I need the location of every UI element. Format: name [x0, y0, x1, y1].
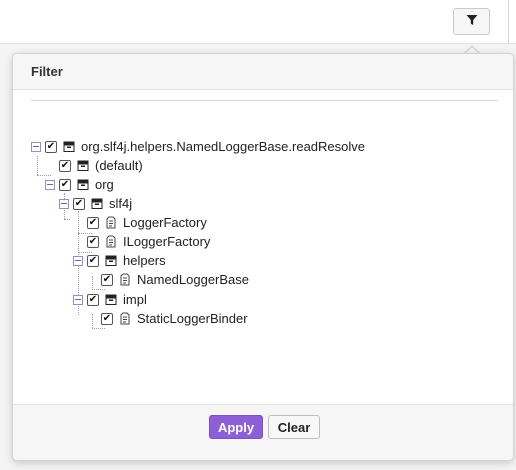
class-icon: [119, 273, 132, 286]
tree-node-loggerfactory[interactable]: ✔ LoggerFactory: [87, 213, 207, 232]
tree-node-label: (default): [95, 158, 143, 173]
node-checkbox[interactable]: ✔: [59, 178, 71, 191]
collapse-toggle-icon[interactable]: [73, 255, 83, 266]
node-checkbox[interactable]: ✔: [87, 235, 99, 248]
node-checkbox[interactable]: ✔: [59, 159, 71, 172]
tree-node-root[interactable]: ✔ org.slf4j.helpers.NamedLoggerBase.read…: [31, 137, 365, 156]
collapse-toggle-icon[interactable]: [31, 141, 41, 152]
class-icon: [105, 235, 118, 248]
class-icon: [119, 312, 132, 325]
apply-button[interactable]: Apply: [209, 415, 263, 439]
filter-popup: Filter ✔ org.slf4j.helpers.NamedLoggerBa…: [12, 53, 514, 461]
tree-node-slf4j[interactable]: ✔ slf4j: [59, 194, 132, 213]
tree-node-impl[interactable]: ✔ impl: [73, 290, 147, 309]
popup-title: Filter: [13, 54, 513, 90]
tree-node-org[interactable]: ✔ org: [45, 175, 114, 194]
package-icon: [91, 197, 104, 210]
tree-node-label: org: [95, 177, 114, 192]
package-icon: [77, 159, 90, 172]
tree-node-namedloggerbase[interactable]: ✔ NamedLoggerBase: [101, 270, 249, 289]
tree-node-label: StaticLoggerBinder: [137, 311, 248, 326]
node-checkbox[interactable]: ✔: [87, 216, 99, 229]
tree-node-staticloggerbinder[interactable]: ✔ StaticLoggerBinder: [101, 309, 248, 328]
tree-node-label: org.slf4j.helpers.NamedLoggerBase.readRe…: [81, 139, 365, 154]
tree-node-label: LoggerFactory: [123, 215, 207, 230]
tree-node-label: slf4j: [109, 196, 133, 211]
tree-node-label: helpers: [123, 253, 166, 268]
node-checkbox[interactable]: ✔: [101, 312, 113, 325]
node-checkbox[interactable]: ✔: [87, 254, 99, 267]
node-checkbox[interactable]: ✔: [45, 140, 57, 153]
collapse-toggle-icon[interactable]: [59, 198, 69, 209]
node-checkbox[interactable]: ✔: [73, 197, 85, 210]
filter-toggle-button[interactable]: [453, 8, 490, 35]
package-icon: [105, 254, 118, 267]
package-icon: [63, 140, 76, 153]
toolbar-edge: [508, 0, 509, 44]
tree-node-default[interactable]: ✔ (default): [59, 156, 143, 175]
tree-node-label: ILoggerFactory: [123, 234, 211, 249]
filter-tree: ✔ org.slf4j.helpers.NamedLoggerBase.read…: [13, 90, 513, 404]
class-icon: [105, 216, 118, 229]
top-toolbar: [0, 0, 516, 44]
clear-button[interactable]: Clear: [268, 415, 320, 439]
package-icon: [105, 293, 118, 306]
popup-footer: Apply Clear: [13, 404, 513, 460]
filter-tree-container: ✔ org.slf4j.helpers.NamedLoggerBase.read…: [13, 90, 513, 404]
collapse-toggle-icon[interactable]: [45, 179, 55, 190]
tree-node-helpers[interactable]: ✔ helpers: [73, 251, 166, 270]
tree-node-label: NamedLoggerBase: [137, 272, 250, 287]
node-checkbox[interactable]: ✔: [87, 293, 99, 306]
tree-node-iloggerfactory[interactable]: ✔ ILoggerFactory: [87, 232, 210, 251]
collapse-toggle-icon[interactable]: [73, 294, 83, 305]
tree-node-label: impl: [123, 292, 147, 307]
filter-funnel-icon: [466, 14, 478, 29]
node-checkbox[interactable]: ✔: [101, 273, 113, 286]
package-icon: [77, 178, 90, 191]
